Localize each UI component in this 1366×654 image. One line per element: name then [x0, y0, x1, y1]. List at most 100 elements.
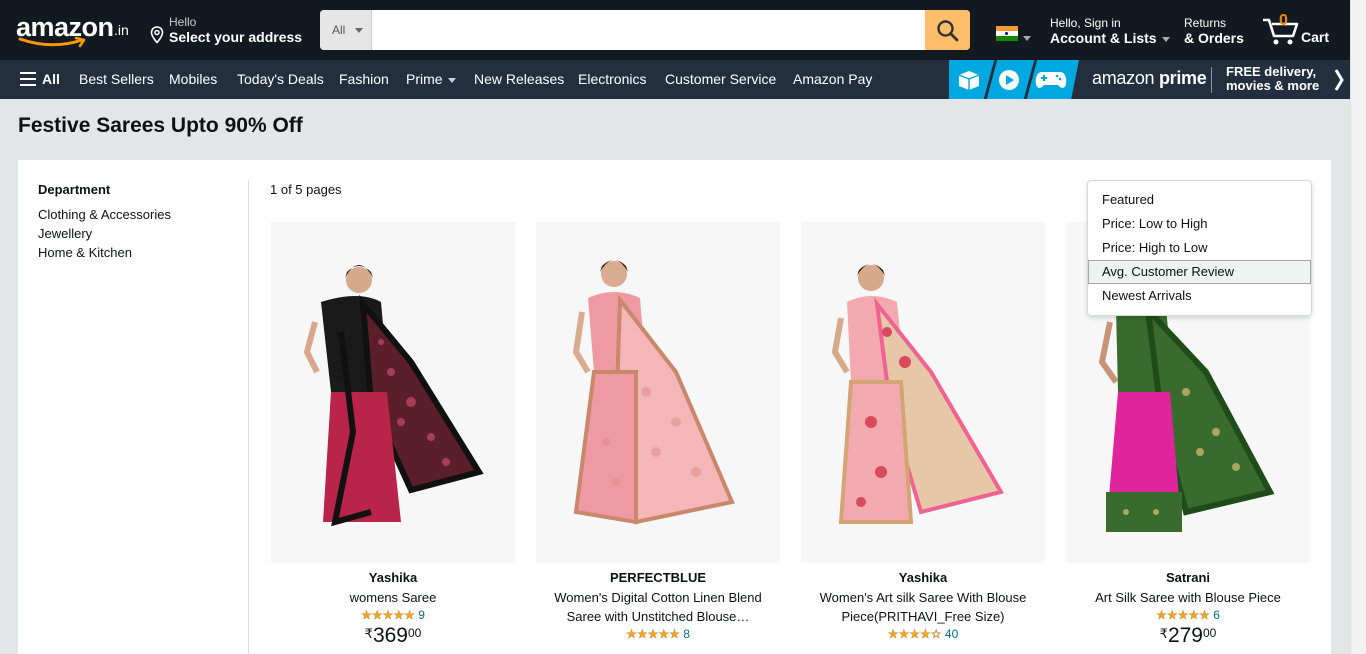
product-rating[interactable]: ★★★★★ 9 [271, 608, 515, 622]
star-rating-icon: ★★★★★ [626, 627, 680, 641]
page-scrollbar[interactable] [1350, 0, 1366, 654]
product-title[interactable]: Women's Digital Cotton Linen Blend Saree… [536, 588, 780, 626]
nav-link-prime[interactable]: Prime [406, 71, 456, 87]
returns-orders[interactable]: Returns & Orders [1184, 16, 1244, 46]
star-rating-icon: ★★★★★ [1156, 608, 1210, 622]
orders-label: & Orders [1184, 30, 1244, 46]
cart-button[interactable]: 0 Cart [1262, 12, 1342, 48]
product-image[interactable] [271, 222, 515, 563]
search-icon [937, 20, 959, 42]
cart-label: Cart [1301, 29, 1330, 45]
prime-logo-amazon: amazon [1092, 68, 1155, 88]
nav-link-mobiles[interactable]: Mobiles [169, 71, 217, 87]
all-menu-label: All [42, 71, 60, 87]
product-card[interactable]: Yashika womens Saree ★★★★★ 9 ₹36900 [271, 222, 515, 648]
price-whole: 279 [1167, 624, 1203, 647]
price-fraction: 00 [1202, 626, 1217, 640]
pagination-info: 1 of 5 pages [270, 182, 342, 197]
main-nav: All Best Sellers Mobiles Today's Deals F… [0, 60, 1350, 99]
language-chevron-down-icon [1023, 36, 1031, 41]
price-currency: ₹ [364, 626, 373, 641]
search-category-select[interactable]: All [320, 10, 372, 50]
product-rating[interactable]: ★★★★☆ 40 [801, 627, 1045, 641]
account-label: Account & Lists [1050, 30, 1157, 46]
review-count: 9 [418, 608, 425, 622]
nav-link-new-releases[interactable]: New Releases [474, 71, 564, 87]
star-rating-icon: ★★★★☆ [887, 627, 942, 641]
search-bar: All [320, 10, 970, 50]
prime-icons-strip [949, 60, 1079, 99]
product-rating[interactable]: ★★★★★ 8 [536, 627, 780, 641]
all-menu-button[interactable]: All [20, 71, 60, 87]
cart-count: 0 [1279, 12, 1288, 29]
nav-link-electronics[interactable]: Electronics [578, 71, 646, 87]
nav-link-fashion[interactable]: Fashion [339, 71, 389, 87]
price-currency: ₹ [1159, 626, 1168, 641]
nav-link-prime-label: Prime [406, 71, 443, 87]
top-nav: amazon .in Hello Select your address All [0, 0, 1350, 60]
sort-option-price-low-high[interactable]: Price: Low to High [1088, 212, 1311, 236]
prime-promo-line1: FREE delivery, [1226, 64, 1317, 79]
returns-label: Returns [1184, 16, 1227, 30]
review-count: 6 [1213, 608, 1220, 622]
chevron-down-icon [447, 77, 456, 83]
prime-banner[interactable]: amazon prime FREE delivery, movies & mor… [949, 60, 1350, 99]
prime-logo: amazon prime [1092, 68, 1207, 89]
product-title[interactable]: Art Silk Saree with Blouse Piece [1066, 588, 1310, 607]
prime-logo-prime: prime [1158, 68, 1207, 88]
sort-option-featured[interactable]: Featured [1088, 188, 1311, 212]
product-brand: PERFECTBLUE [609, 570, 707, 585]
chevron-down-icon [1161, 36, 1170, 42]
nav-link-amazon-pay[interactable]: Amazon Pay [793, 71, 872, 87]
account-greeting: Hello, Sign in [1050, 16, 1121, 30]
account-menu[interactable]: Hello, Sign in Account & Lists [1050, 16, 1170, 46]
product-card[interactable]: Yashika Women's Art silk Saree With Blou… [801, 222, 1045, 641]
product-brand: Yashika [368, 570, 418, 585]
product-price: ₹36900 [271, 624, 515, 648]
nav-link-customer-service[interactable]: Customer Service [665, 71, 776, 87]
search-category-label: All [332, 23, 346, 37]
department-list: Clothing & Accessories Jewellery Home & … [38, 205, 171, 262]
price-fraction: 00 [407, 626, 422, 640]
prime-promo-text: FREE delivery, movies & more [1226, 65, 1319, 93]
product-image[interactable] [536, 222, 780, 563]
sort-option-avg-review[interactable]: Avg. Customer Review [1088, 260, 1311, 284]
review-count: 8 [683, 627, 690, 641]
department-item[interactable]: Home & Kitchen [38, 243, 171, 262]
india-flag-icon[interactable] [996, 26, 1018, 41]
delivery-address[interactable]: Hello Select your address [150, 15, 302, 47]
location-pin-icon [150, 26, 164, 44]
play-icon [999, 70, 1019, 90]
product-brand: Satrani [1165, 570, 1211, 585]
price-whole: 369 [372, 624, 408, 647]
product-title[interactable]: Women's Art silk Saree With Blouse Piece… [801, 588, 1045, 626]
amazon-logo[interactable]: amazon .in [16, 12, 134, 48]
logo-tld: .in [114, 22, 129, 38]
product-card[interactable]: PERFECTBLUE Women's Digital Cotton Linen… [536, 222, 780, 641]
page-title: Festive Sarees Upto 90% Off [18, 114, 303, 137]
department-item[interactable]: Clothing & Accessories [38, 205, 171, 224]
nav-link-todays-deals[interactable]: Today's Deals [237, 71, 324, 87]
nav-link-best-sellers[interactable]: Best Sellers [79, 71, 154, 87]
sort-option-price-high-low[interactable]: Price: High to Low [1088, 236, 1311, 260]
sort-dropdown-menu: Featured Price: Low to High Price: High … [1087, 180, 1312, 316]
product-price: ₹27900 [1066, 624, 1310, 648]
smile-arrow-icon [18, 36, 86, 48]
department-item[interactable]: Jewellery [38, 224, 171, 243]
star-rating-icon: ★★★★★ [361, 608, 415, 622]
product-brand: Yashika [898, 570, 948, 585]
search-input[interactable] [372, 10, 925, 50]
prime-promo-line2: movies & more [1226, 78, 1320, 93]
package-icon [958, 71, 980, 90]
review-count: 40 [944, 627, 959, 641]
product-title[interactable]: womens Saree [271, 588, 515, 607]
chevron-right-icon [1334, 69, 1344, 91]
chevron-down-icon [355, 28, 363, 33]
search-button[interactable] [925, 10, 970, 50]
sort-option-newest[interactable]: Newest Arrivals [1088, 284, 1311, 308]
product-image[interactable] [801, 222, 1045, 563]
product-rating[interactable]: ★★★★★ 6 [1066, 608, 1310, 622]
gamepad-icon [1035, 72, 1067, 88]
hamburger-icon [20, 72, 36, 90]
address-greeting: Hello [169, 15, 197, 29]
